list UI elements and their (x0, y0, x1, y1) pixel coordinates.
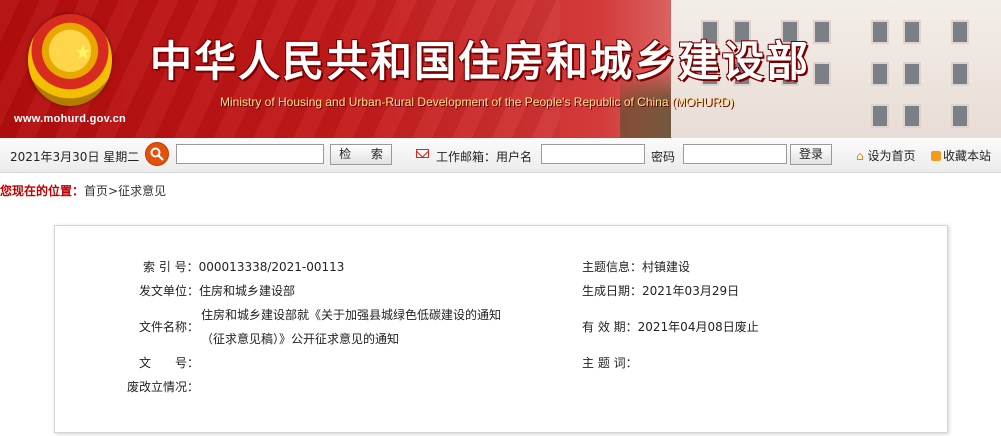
topic-value: 村镇建设 (642, 260, 691, 274)
keywords-label: 主 题 词： (582, 356, 638, 370)
date-value: 2021年03月29日 (642, 284, 740, 298)
document-info-panel: 索 引 号：000013338/2021-00113 主题信息：村镇建设 发文单… (54, 225, 948, 433)
magnifier-icon (150, 147, 164, 161)
title-value-line1: 住房和城乡建设部就《关于加强县城绿色低碳建设的通知 (201, 308, 502, 322)
breadcrumb-home[interactable]: 首页 (84, 184, 108, 198)
validity-field: 有 效 期：2021年04月08日废止 (582, 318, 759, 335)
ministry-title-en: Ministry of Housing and Urban-Rural Deve… (220, 95, 734, 109)
bookmark-label: 收藏本站 (943, 149, 992, 163)
set-homepage-label: 设为首页 (867, 149, 916, 163)
validity-label: 有 效 期： (582, 320, 638, 334)
title-value-line2: （征求意见稿）》公开征求意见的通知 (201, 332, 400, 346)
bookmark-link[interactable]: 收藏本站 (931, 147, 991, 164)
header-banner: ★ www.mohurd.gov.cn 中华人民共和国住房和城乡建设部 Mini… (0, 0, 1001, 138)
title-label: 文件名称： (139, 320, 200, 334)
topic-label: 主题信息： (582, 260, 643, 274)
ministry-title-cn: 中华人民共和国住房和城乡建设部 (150, 37, 811, 86)
issuer-label: 发文单位： (139, 284, 200, 298)
validity-value: 2021年04月08日废止 (637, 320, 759, 334)
search-button[interactable]: 检 索 (330, 144, 392, 165)
current-date: 2021年3月30日 星期二 (10, 150, 140, 164)
index-field: 索 引 号：000013338/2021-00113 (143, 258, 344, 275)
login-button[interactable]: 登录 (790, 144, 832, 165)
username-input[interactable] (541, 144, 645, 164)
keywords-field: 主 题 词： (582, 354, 638, 371)
star-icon: ★ (74, 40, 92, 64)
password-label: 密码 (651, 150, 676, 164)
home-icon: ⌂ (856, 149, 864, 163)
breadcrumb-current[interactable]: 征求意见 (118, 184, 166, 198)
password-input[interactable] (683, 144, 787, 164)
index-value: 000013338/2021-00113 (198, 260, 345, 274)
topic-field: 主题信息：村镇建设 (582, 258, 690, 275)
title-label-field: 文件名称： (139, 318, 199, 335)
status-field: 废改立情况： (127, 378, 199, 395)
breadcrumb-separator: > (108, 184, 119, 198)
issuer-field: 发文单位：住房和城乡建设部 (139, 282, 295, 299)
date-field: 生成日期：2021年03月29日 (582, 282, 739, 299)
date-label: 生成日期： (582, 284, 643, 298)
mail-icon (416, 149, 429, 158)
toolbar: 2021年3月30日 星期二 检 索 工作邮箱：用户名 密码 登录 ⌂ 设为首页… (0, 138, 1001, 173)
search-icon[interactable] (145, 142, 169, 166)
docno-label: 文 号： (139, 356, 200, 370)
site-url: www.mohurd.gov.cn (14, 113, 127, 125)
location-label: 您现在的位置： (0, 184, 85, 198)
search-input[interactable] (176, 144, 324, 164)
index-label: 索 引 号： (143, 260, 199, 274)
mail-username-label: 工作邮箱：用户名 (436, 150, 533, 164)
national-emblem-icon: ★ (28, 14, 112, 106)
rss-icon (931, 151, 941, 161)
set-homepage-link[interactable]: ⌂ 设为首页 (856, 147, 915, 164)
status-label: 废改立情况： (127, 380, 200, 394)
issuer-value: 住房和城乡建设部 (199, 284, 296, 298)
docno-field: 文 号： (139, 354, 199, 371)
breadcrumb: 您现在的位置：首页>征求意见 (0, 182, 166, 199)
